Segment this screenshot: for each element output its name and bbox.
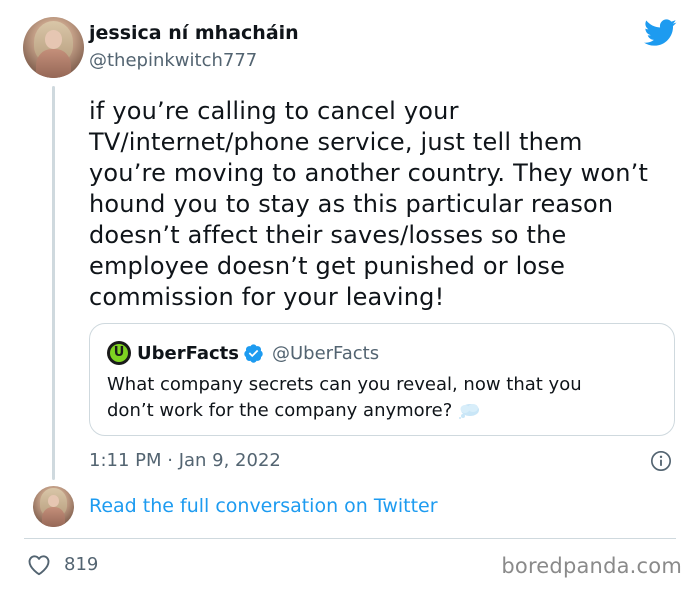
thought-balloon-icon [459,404,480,419]
quoted-tweet-text: What company secrets can you reveal, now… [107,372,667,424]
tweet-text-line: you’re moving to another country. They w… [89,159,649,187]
divider [24,538,676,539]
tweet-text-line: hound you to stay as this particular rea… [89,190,614,218]
avatar-body [36,48,71,78]
author-display-name[interactable]: jessica ní mhacháin [89,22,299,44]
quoted-text-line: don’t work for the company anymore? [107,398,667,424]
quoted-handle[interactable]: @UberFacts [272,343,379,364]
quoted-display-name[interactable]: UberFacts [137,343,239,364]
verified-badge-icon [244,343,263,363]
avatar-face [44,30,63,49]
quoted-text-line-content: don’t work for the company anymore? [107,400,453,421]
tweet-timestamp[interactable]: 1:11 PM · Jan 9, 2022 [89,450,281,471]
author-avatar-small[interactable] [33,486,74,527]
uberfacts-avatar[interactable]: U [107,341,131,365]
avatar-body [42,507,65,527]
thread-line [52,86,55,480]
tweet-text-line: commission for your leaving! [89,283,445,311]
author-avatar[interactable] [23,17,84,78]
like-count: 819 [64,554,99,575]
tweet-text: if you’re calling to cancel your TV/inte… [89,96,679,313]
tweet-text-line: TV/internet/phone service, just tell the… [89,128,583,156]
source-watermark: boredpanda.com [501,554,682,578]
tweet-text-line: if you’re calling to cancel your [89,97,459,125]
read-full-conversation-link[interactable]: Read the full conversation on Twitter [89,495,438,517]
tweet-text-line: doesn’t affect their saves/losses so the [89,221,567,249]
avatar-letter: U [113,345,125,360]
author-handle[interactable]: @thepinkwitch777 [89,50,257,71]
quoted-text-line: What company secrets can you reveal, now… [107,374,582,395]
info-icon[interactable] [650,450,672,472]
heart-icon[interactable] [27,554,51,576]
quoted-tweet-card[interactable]: U UberFacts @UberFacts What company secr… [89,323,675,436]
twitter-bird-icon[interactable] [644,18,677,48]
tweet-text-line: employee doesn’t get punished or lose [89,252,566,280]
quoted-tweet-header: U UberFacts @UberFacts [107,341,379,365]
